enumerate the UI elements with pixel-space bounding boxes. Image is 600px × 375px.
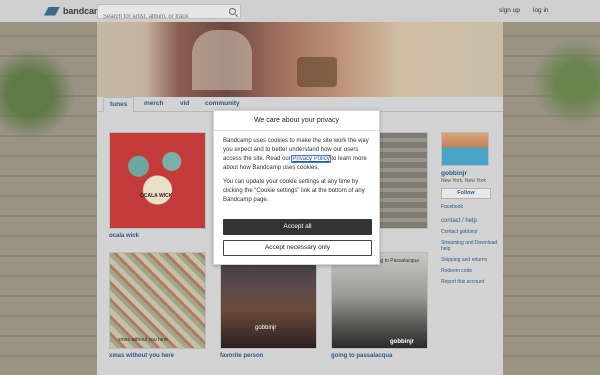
- dialog-title: We care about your privacy: [214, 111, 379, 131]
- dialog-body: Bandcamp uses cookies to make the site w…: [214, 131, 379, 205]
- cookie-consent-dialog: We care about your privacy Bandcamp uses…: [213, 110, 380, 265]
- privacy-policy-link[interactable]: Privacy Policy: [291, 155, 331, 163]
- cookie-description: Bandcamp uses cookies to make the site w…: [223, 137, 370, 173]
- cookie-settings-info: You can update your cookie settings at a…: [223, 179, 365, 203]
- accept-necessary-button[interactable]: Accept necessary only: [223, 240, 372, 256]
- accept-all-button[interactable]: Accept all: [223, 219, 372, 235]
